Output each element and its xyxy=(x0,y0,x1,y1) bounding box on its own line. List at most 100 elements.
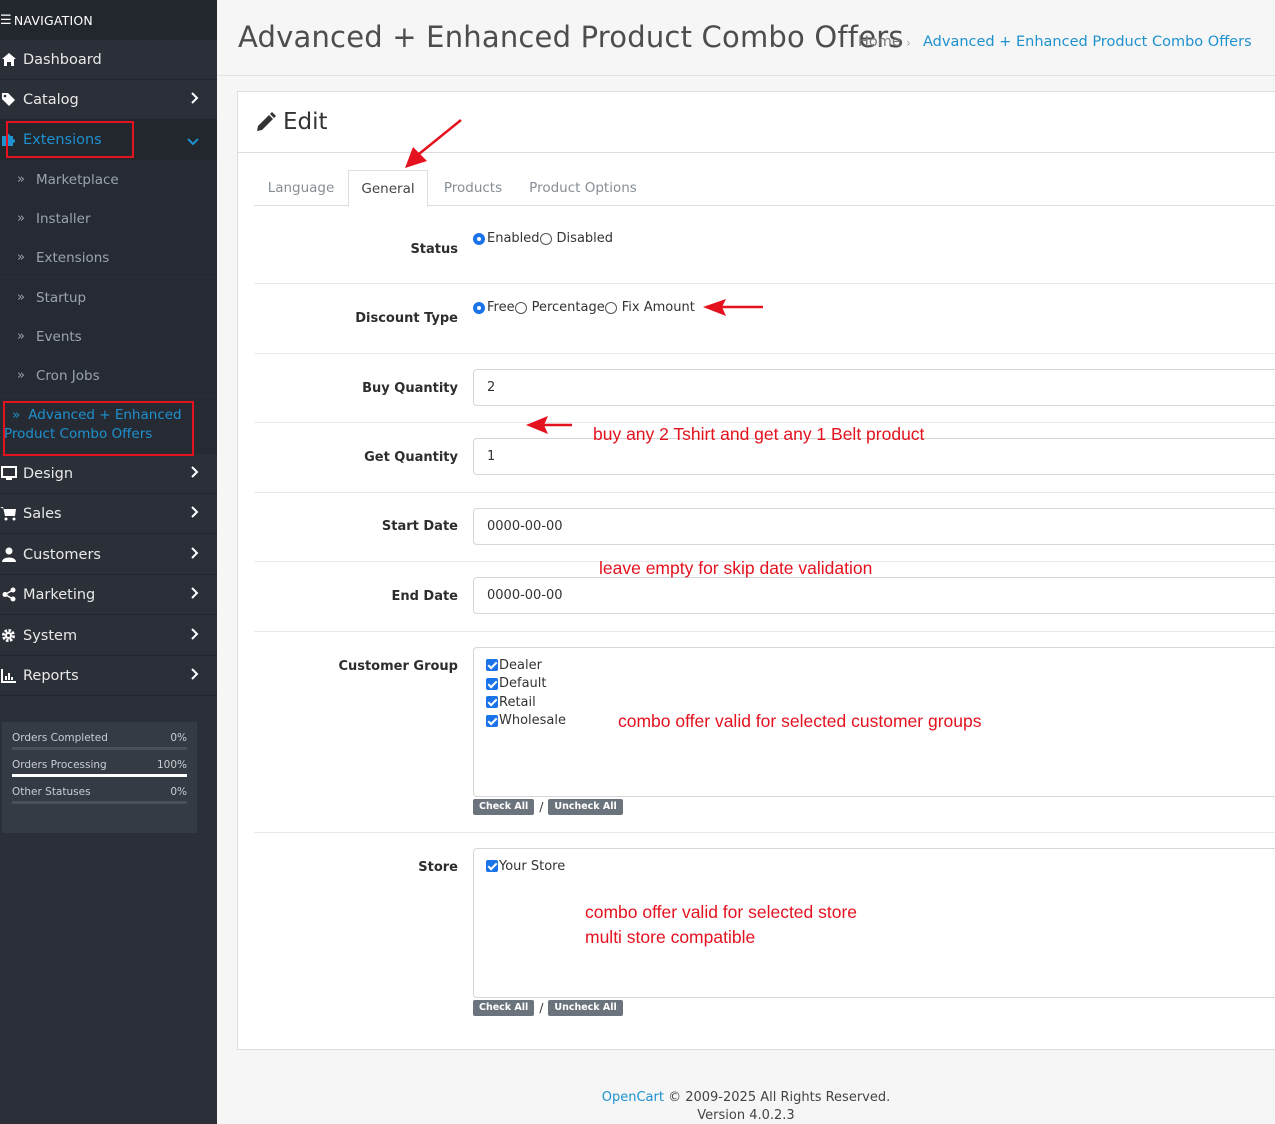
double-chevron-icon: » xyxy=(17,250,25,265)
menu-label: Reports xyxy=(23,667,79,684)
double-chevron-icon: » xyxy=(17,172,25,187)
chevron-right-icon xyxy=(191,547,199,563)
menu-catalog[interactable]: Catalog xyxy=(0,80,217,120)
discount-percentage-radio[interactable] xyxy=(514,301,527,314)
stat-bar xyxy=(12,801,187,804)
home-icon xyxy=(0,52,23,67)
annotation-store-note-2: multi store compatible xyxy=(585,927,756,947)
menu-marketing[interactable]: Marketing xyxy=(0,575,217,615)
breadcrumb-current[interactable]: Advanced + Enhanced Product Combo Offers xyxy=(923,34,1252,50)
cart-icon xyxy=(0,506,23,521)
submenu-marketplace[interactable]: » Marketplace xyxy=(0,160,217,199)
uncheck-all-button[interactable]: Uncheck All xyxy=(548,799,623,815)
chevron-right-icon xyxy=(191,668,199,684)
tab-product-options[interactable]: Product Options xyxy=(518,170,648,206)
row-buy-quantity: Buy Quantity 2 xyxy=(254,354,1275,423)
submenu-extensions[interactable]: » Extensions xyxy=(0,238,217,277)
red-arrow-icon xyxy=(703,299,763,316)
footer-version: Version 4.0.2.3 xyxy=(697,1108,795,1123)
menu-reports[interactable]: Reports xyxy=(0,656,217,696)
submenu-label: Installer xyxy=(36,210,91,227)
double-chevron-icon: » xyxy=(17,329,25,344)
chevron-right-icon xyxy=(191,587,199,603)
store-checkbox[interactable] xyxy=(486,860,498,873)
opencart-link[interactable]: OpenCart xyxy=(602,1090,664,1105)
discount-fix-amount-radio[interactable] xyxy=(604,301,617,314)
submenu-startup[interactable]: » Startup xyxy=(0,278,217,317)
start-date-input[interactable]: 0000-00-00 xyxy=(473,508,1275,545)
menu-label: Catalog xyxy=(23,91,79,108)
stat-orders-processing: Orders Processing 100% xyxy=(12,759,187,777)
stat-label: Orders Processing xyxy=(12,759,107,771)
breadcrumb-home[interactable]: Home xyxy=(858,34,901,50)
uncheck-all-button[interactable]: Uncheck All xyxy=(548,1000,623,1016)
double-chevron-icon: » xyxy=(17,211,25,226)
menu-customers[interactable]: Customers xyxy=(0,535,217,575)
stat-value: 0% xyxy=(170,786,187,798)
buy-quantity-label: Buy Quantity xyxy=(362,381,458,396)
menu-label: Sales xyxy=(23,505,62,522)
customer-group-checkbox[interactable] xyxy=(486,696,498,709)
chevron-right-icon xyxy=(191,466,199,482)
status-enabled-radio[interactable] xyxy=(473,232,485,245)
menu-icon[interactable]: ☰ xyxy=(0,13,12,28)
menu-system[interactable]: System xyxy=(0,616,217,656)
chevron-right-icon xyxy=(191,92,199,108)
check-all-button[interactable]: Check All xyxy=(473,799,535,815)
stat-bar xyxy=(12,774,187,777)
order-stats: Orders Completed 0% Orders Processing 100%… xyxy=(2,722,197,833)
customer-group-actions: Check All / Uncheck All xyxy=(473,799,623,815)
end-date-input[interactable]: 0000-00-00 xyxy=(473,577,1275,614)
checkbox-row: Default xyxy=(486,675,1275,694)
stat-label: Other Statuses xyxy=(12,786,91,798)
buy-quantity-input[interactable]: 2 xyxy=(473,369,1275,406)
stat-bar xyxy=(12,747,187,750)
row-start-date: Start Date 0000-00-00 xyxy=(254,493,1275,562)
store-list: Your Store xyxy=(473,848,1275,998)
chevron-right-icon xyxy=(191,628,199,644)
discount-free-radio[interactable] xyxy=(473,301,485,314)
navigation-header[interactable]: ☰ NAVIGATION xyxy=(0,0,217,40)
annotation-group-note: combo offer valid for selected customer … xyxy=(618,711,982,731)
breadcrumb-separator-icon: › xyxy=(906,36,911,50)
customer-group-checkbox[interactable] xyxy=(486,677,498,690)
check-all-button[interactable]: Check All xyxy=(473,1000,535,1016)
status-disabled-radio[interactable] xyxy=(539,232,552,245)
monitor-icon xyxy=(0,466,23,481)
menu-label: Design xyxy=(23,465,74,482)
menu-sales[interactable]: Sales xyxy=(0,494,217,534)
tab-products[interactable]: Products xyxy=(428,170,518,206)
menu-label: Customers xyxy=(23,546,101,563)
submenu-label: Marketplace xyxy=(36,171,119,188)
double-chevron-icon: » xyxy=(17,368,25,383)
annotation-quantity-note: buy any 2 Tshirt and get any 1 Belt prod… xyxy=(593,424,925,444)
submenu-installer[interactable]: » Installer xyxy=(0,199,217,238)
row-status: Status Enabled Disabled xyxy=(254,206,1275,284)
red-arrow-icon xyxy=(405,119,462,168)
stat-value: 100% xyxy=(156,759,187,771)
highlight-box-extensions xyxy=(6,121,134,158)
customer-group-checkbox[interactable] xyxy=(486,714,498,727)
highlight-box-combo-offers xyxy=(3,401,194,456)
menu-label: Dashboard xyxy=(23,51,102,68)
row-store: Store Your Store Check All / Uncheck All xyxy=(254,833,1275,1043)
chevron-down-icon xyxy=(187,134,199,150)
share-icon xyxy=(0,587,23,602)
chevron-right-icon xyxy=(191,506,199,522)
store-actions: Check All / Uncheck All xyxy=(473,1000,623,1016)
stat-orders-completed: Orders Completed 0% xyxy=(12,732,187,750)
tab-language[interactable]: Language xyxy=(254,170,348,206)
submenu-label: Startup xyxy=(36,289,87,306)
submenu-cron-jobs[interactable]: » Cron Jobs xyxy=(0,356,217,395)
gear-icon xyxy=(0,628,23,643)
footer-copyright: © 2009-2025 All Rights Reserved. xyxy=(668,1090,891,1105)
separator-slash: / xyxy=(539,1001,544,1015)
submenu-events[interactable]: » Events xyxy=(0,317,217,356)
menu-design[interactable]: Design xyxy=(0,454,217,494)
tab-general[interactable]: General xyxy=(348,170,428,207)
customer-group-label: Customer Group xyxy=(338,659,458,674)
status-label: Status xyxy=(410,242,458,257)
customer-group-checkbox[interactable] xyxy=(486,659,498,672)
menu-dashboard[interactable]: Dashboard xyxy=(0,40,217,80)
checkbox-row: Retail xyxy=(486,693,1275,712)
